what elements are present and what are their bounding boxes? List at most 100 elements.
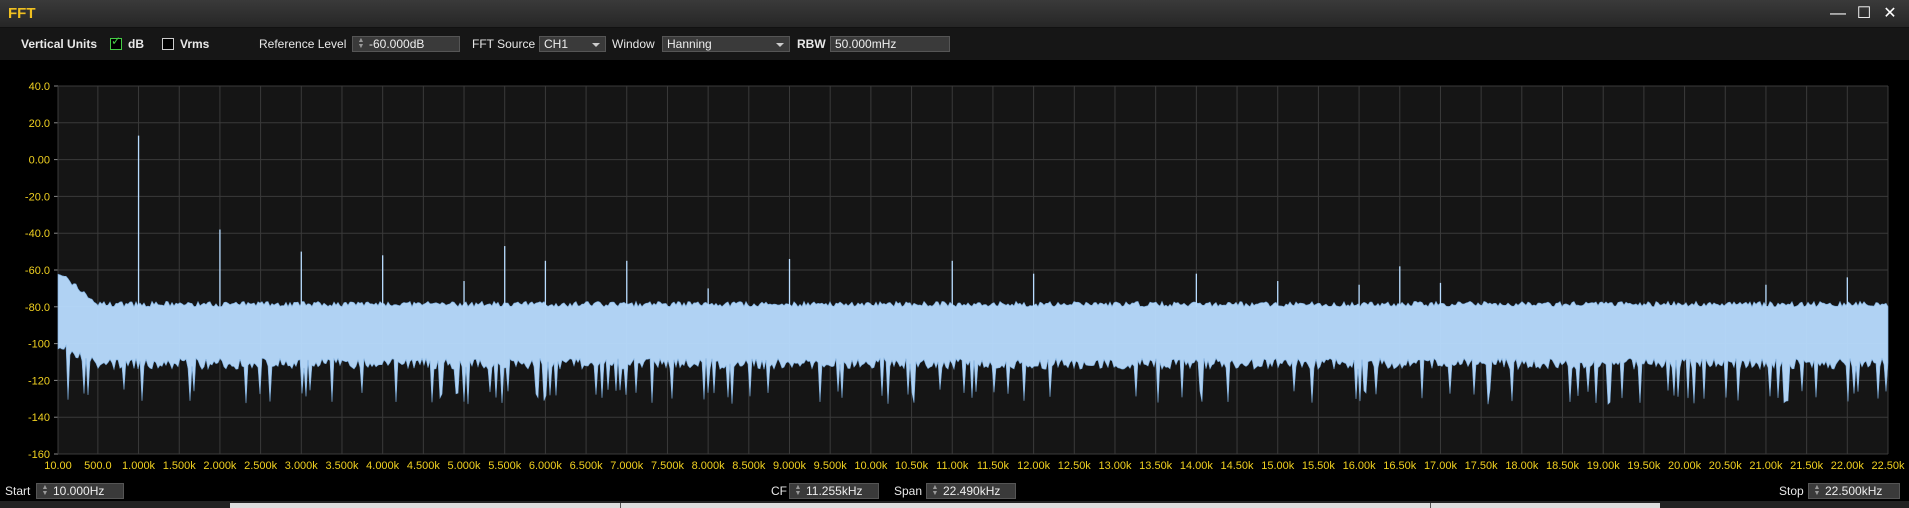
maximize-button[interactable]: ☐ [1851, 3, 1877, 24]
x-tick-label: 6.000k [529, 460, 563, 472]
x-tick-label: 7.000k [610, 460, 644, 472]
spinner-icon[interactable]: ▲ ▼ [931, 484, 939, 497]
stop-label: Stop [1779, 484, 1804, 498]
start-input[interactable]: ▲ ▼ 10.000Hz [36, 483, 124, 499]
y-tick-label: 40.0 [29, 81, 50, 93]
start-value: 10.000Hz [53, 484, 105, 498]
x-tick-label: 11.00k [936, 460, 969, 472]
x-tick-label: 500.0 [84, 460, 112, 472]
y-tick-label: -80.0 [25, 302, 50, 314]
x-tick-label: 12.50k [1058, 460, 1092, 472]
x-tick-label: 18.50k [1546, 460, 1580, 472]
x-tick-label: 4.500k [407, 460, 441, 472]
x-tick-label: 19.00k [1587, 460, 1621, 472]
x-tick-label: 10.00 [44, 460, 72, 472]
span-label: Span [894, 484, 923, 498]
spinner-icon[interactable]: ▲ ▼ [41, 484, 49, 497]
x-tick-label: 16.50k [1383, 460, 1417, 472]
window-label: Window [612, 37, 655, 51]
x-tick-label: 8.500k [732, 460, 766, 472]
x-tick-label: 21.00k [1749, 460, 1783, 472]
stop-control: ▲ ▼ 22.500kHz [1808, 481, 1900, 501]
fft-spectrum-chart[interactable]: 40.0 20.0 0.00 -20.0 -40.0 -60.0 -80.0 -100 -120… [0, 60, 1909, 475]
spinner-icon[interactable]: ▲ ▼ [794, 484, 802, 497]
cf-label: CF [771, 484, 787, 498]
span-value: 22.490kHz [943, 484, 1001, 498]
y-tick-label: -100 [28, 339, 50, 351]
y-tick-label: -20.0 [25, 191, 50, 203]
y-tick-label: -60.0 [25, 265, 50, 277]
x-tick-label: 12.00k [1017, 460, 1051, 472]
x-tick-label: 19.50k [1627, 460, 1661, 472]
spinner-icon[interactable]: ▲ ▼ [357, 37, 365, 50]
y-axis-ticks: 40.0 20.0 0.00 -20.0 -40.0 -60.0 -80.0 -100 -120… [25, 81, 50, 461]
reference-level-control: ▲ ▼ -60.000dB [352, 28, 460, 60]
window-value: Hanning [667, 37, 712, 51]
x-tick-label: 2.500k [244, 460, 278, 472]
rbw-input[interactable]: 50.000mHz [830, 36, 950, 52]
x-tick-label: 1.000k [122, 460, 156, 472]
x-tick-label: 18.00k [1505, 460, 1539, 472]
x-tick-label: 15.50k [1302, 460, 1336, 472]
db-checkbox[interactable]: dB [110, 28, 144, 60]
close-button[interactable]: ✕ [1877, 3, 1903, 24]
vrms-label: Vrms [180, 37, 210, 51]
vertical-units-label: Vertical Units [21, 37, 98, 51]
y-tick-label: 20.0 [29, 118, 50, 130]
window-select[interactable]: Hanning [662, 36, 790, 52]
x-tick-label: 9.500k [814, 460, 848, 472]
x-axis-ticks: 10.00 500.0 1.000k 1.500k 2.000k 2.500k 3.000k… [44, 460, 1905, 472]
x-tick-label: 22.00k [1831, 460, 1865, 472]
span-input[interactable]: ▲ ▼ 22.490kHz [926, 483, 1016, 499]
bottom-panel-strip [0, 501, 1909, 508]
fft-source-label: FFT Source [472, 37, 536, 51]
x-tick-label: 20.50k [1709, 460, 1743, 472]
stop-input[interactable]: ▲ ▼ 22.500kHz [1808, 483, 1900, 499]
reference-level-label: Reference Level [259, 37, 347, 51]
x-tick-label: 13.50k [1139, 460, 1173, 472]
x-tick-label: 1.500k [163, 460, 197, 472]
stop-value: 22.500kHz [1825, 484, 1883, 498]
x-tick-label: 11.50k [977, 460, 1010, 472]
panel-divider [1430, 503, 1431, 508]
x-tick-label: 5.000k [448, 460, 482, 472]
rbw-value: 50.000mHz [835, 37, 897, 51]
y-tick-label: 0.00 [29, 155, 50, 167]
fft-settings-toolbar: Vertical Units dB Vrms Reference Level ▲… [0, 28, 1909, 60]
panel-divider [620, 503, 621, 508]
y-tick-label: -120 [28, 375, 50, 387]
x-tick-label: 10.50k [895, 460, 929, 472]
x-tick-label: 8.000k [692, 460, 726, 472]
x-tick-label: 2.000k [203, 460, 237, 472]
x-tick-label: 21.50k [1790, 460, 1824, 472]
x-tick-label: 3.500k [325, 460, 359, 472]
window-controls: — ☐ ✕ [1825, 3, 1903, 24]
vrms-checkbox[interactable]: Vrms [162, 28, 209, 60]
x-tick-label: 3.000k [285, 460, 319, 472]
fft-source-value: CH1 [544, 37, 569, 51]
x-tick-label: 7.500k [651, 460, 685, 472]
fft-source-control: CH1 [539, 28, 606, 60]
x-tick-label: 9.000k [773, 460, 807, 472]
x-tick-label: 14.00k [1180, 460, 1214, 472]
x-tick-label: 5.500k [488, 460, 522, 472]
x-tick-label: 6.500k [570, 460, 604, 472]
span-control: ▲ ▼ 22.490kHz [926, 481, 1016, 501]
fft-source-select[interactable]: CH1 [539, 36, 606, 52]
reference-level-value: -60.000dB [369, 37, 425, 51]
x-tick-label: 10.00k [854, 460, 888, 472]
start-label: Start [5, 484, 31, 498]
spinner-icon[interactable]: ▲ ▼ [1813, 484, 1821, 497]
db-check-icon [110, 34, 122, 50]
minimize-button[interactable]: — [1825, 3, 1851, 24]
vrms-check-icon [162, 38, 174, 50]
x-tick-label: 13.00k [1098, 460, 1132, 472]
cf-input[interactable]: ▲ ▼ 11.255kHz [789, 483, 879, 499]
window-titlebar: FFT — ☐ ✕ [0, 0, 1909, 28]
rbw-control: 50.000mHz [830, 28, 950, 60]
x-tick-label: 17.00k [1424, 460, 1458, 472]
x-tick-label: 15.00k [1261, 460, 1295, 472]
db-label: dB [128, 37, 144, 51]
x-tick-label: 20.00k [1668, 460, 1702, 472]
reference-level-input[interactable]: ▲ ▼ -60.000dB [352, 36, 460, 52]
